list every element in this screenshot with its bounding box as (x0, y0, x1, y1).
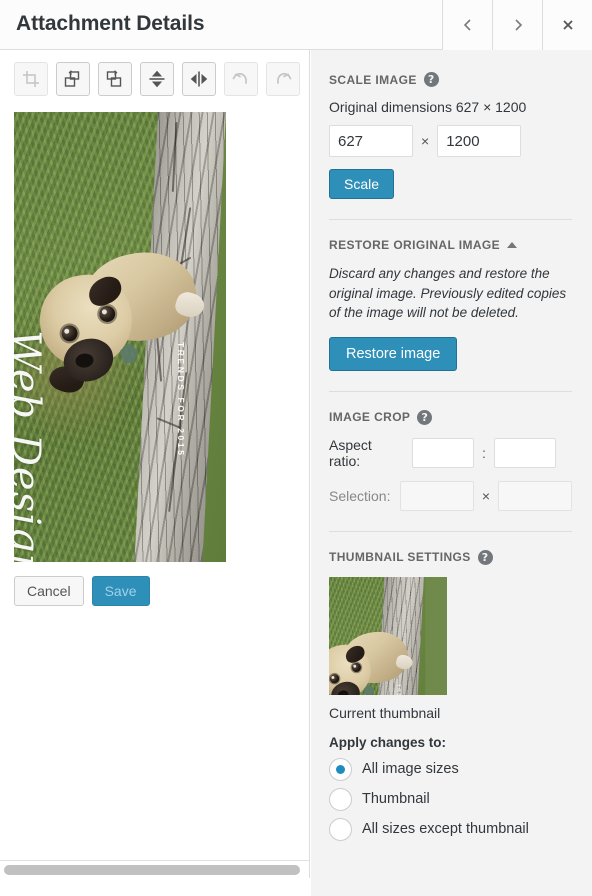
rotate-right-icon (106, 70, 122, 87)
chevron-up-icon[interactable] (507, 242, 518, 248)
restore-original-section: RESTORE ORIGINAL IMAGE Discard any chang… (329, 238, 572, 371)
scale-separator: × (421, 133, 430, 149)
image-crop-section: IMAGE CROP ? Aspect ratio: : Selection: … (329, 409, 572, 511)
flip-horizontal-button[interactable] (182, 62, 216, 96)
scale-button[interactable]: Scale (329, 169, 395, 199)
thumbnail-settings-heading: THUMBNAIL SETTINGS ? (329, 549, 572, 565)
chevron-right-icon (514, 19, 522, 31)
titlebar: Attachment Details (0, 0, 592, 50)
section-divider-3 (329, 530, 572, 532)
thumbnail-image: Web Design TRENDS FOR 2015 (329, 576, 426, 695)
flip-vertical-button[interactable] (140, 62, 174, 96)
horizontal-scrollbar[interactable] (0, 860, 309, 878)
close-icon (562, 20, 573, 30)
attachment-details-modal: Attachment Details Web Desi TRENDS FOR 2… (0, 0, 592, 896)
page-title: Attachment Details (16, 12, 205, 35)
help-icon[interactable]: ? (423, 72, 439, 87)
close-button[interactable] (542, 0, 592, 50)
save-button[interactable]: Save (91, 576, 150, 606)
restore-description: Discard any changes and restore the orig… (329, 266, 567, 321)
crop-icon (23, 71, 39, 87)
help-icon[interactable]: ? (477, 549, 493, 565)
image-editor-toolbar (14, 62, 300, 96)
original-dimensions-text: Original dimensions 627 × 1200 (329, 99, 527, 115)
selection-row: Selection: × (329, 480, 572, 511)
aspect-ratio-height-input[interactable] (493, 437, 556, 468)
undo-icon (232, 73, 247, 84)
rotate-left-button[interactable] (56, 62, 90, 96)
aspect-ratio-label: Aspect ratio: (329, 436, 372, 469)
radio-icon[interactable] (329, 757, 352, 781)
section-divider-1 (329, 219, 572, 220)
restore-original-heading-label: RESTORE ORIGINAL IMAGE (329, 238, 501, 252)
cancel-button[interactable]: Cancel (14, 576, 84, 606)
redo-icon (277, 73, 292, 84)
current-thumbnail-caption: Current thumbnail (329, 704, 441, 721)
image-editor-pane: Web Design TRENDS FOR 2015 Cancel Save (0, 50, 310, 878)
radio-option-all-sizes-except-thumbnail[interactable]: All sizes except thumbnail (329, 817, 572, 841)
section-divider-2 (329, 390, 572, 392)
radio-label: Thumbnail (362, 791, 430, 808)
previous-attachment-button[interactable] (442, 0, 492, 50)
radio-label: All image sizes (362, 761, 459, 778)
flip-horizontal-icon (190, 71, 208, 87)
image-crop-heading-label: IMAGE CROP (329, 410, 411, 425)
restore-image-button[interactable]: Restore image (329, 336, 458, 371)
selection-width-input (399, 480, 474, 511)
restore-original-heading[interactable]: RESTORE ORIGINAL IMAGE (329, 238, 572, 252)
titlebar-nav-buttons (442, 0, 592, 50)
aspect-ratio-separator: : (482, 444, 486, 461)
selection-height-input (498, 480, 572, 511)
scale-image-section: SCALE IMAGE ? Original dimensions 627 × … (329, 72, 572, 199)
aspect-ratio-width-input[interactable] (412, 437, 474, 468)
scale-height-input[interactable] (437, 125, 522, 157)
redo-button[interactable] (266, 62, 300, 96)
radio-icon[interactable] (329, 817, 352, 841)
scale-image-heading-label: SCALE IMAGE (329, 72, 417, 87)
chevron-left-icon (463, 19, 471, 31)
crop-button[interactable] (14, 62, 48, 96)
editor-action-buttons: Cancel Save (14, 576, 150, 606)
thumbnail-settings-heading-label: THUMBNAIL SETTINGS (329, 550, 471, 565)
pug-eye-right (98, 304, 117, 324)
apply-changes-label: Apply changes to: (329, 734, 447, 750)
scale-width-input[interactable] (329, 125, 413, 157)
pug-eye-left (60, 324, 79, 343)
next-attachment-button[interactable] (492, 0, 542, 50)
rotate-right-button[interactable] (98, 62, 132, 96)
selection-label: Selection: (329, 487, 391, 504)
rotate-left-icon (64, 70, 80, 87)
flip-vertical-icon (149, 70, 165, 88)
thumbnail-settings-section: THUMBNAIL SETTINGS ? Current thumbnail A… (329, 549, 572, 841)
undo-button[interactable] (224, 62, 258, 96)
image-overlay-title: Web Design (14, 330, 48, 562)
radio-option-thumbnail[interactable]: Thumbnail (329, 787, 572, 811)
radio-option-all-image-sizes[interactable]: All image sizes (329, 757, 572, 781)
radio-icon[interactable] (329, 787, 352, 811)
image-overlay-subtitle: TRENDS FOR 2015 (176, 342, 186, 458)
scrollbar-thumb[interactable] (4, 865, 300, 875)
radio-label: All sizes except thumbnail (362, 821, 529, 838)
scale-inputs-row: × (329, 125, 572, 157)
aspect-ratio-row: Aspect ratio: : (329, 437, 572, 469)
editor-image-canvas[interactable]: Web Design TRENDS FOR 2015 (14, 112, 226, 562)
pug-dog (34, 242, 208, 398)
image-crop-heading: IMAGE CROP ? (329, 409, 572, 425)
selection-separator: × (481, 487, 490, 504)
image-settings-pane: SCALE IMAGE ? Original dimensions 627 × … (311, 50, 592, 896)
current-thumbnail-preview[interactable]: Web Design TRENDS FOR 2015 (329, 576, 447, 695)
scale-image-heading: SCALE IMAGE ? (329, 72, 572, 87)
help-icon[interactable]: ? (417, 409, 433, 425)
